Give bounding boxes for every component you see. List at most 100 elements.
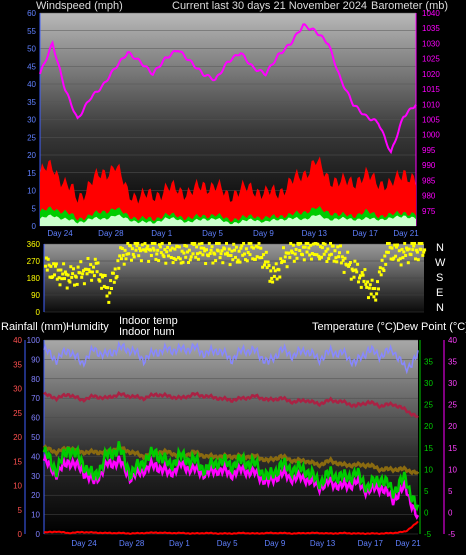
direction-point: [129, 244, 132, 248]
direction-point: [167, 254, 170, 258]
direction-point: [352, 275, 356, 279]
direction-point: [410, 242, 414, 245]
direction-point: [373, 287, 377, 290]
direction-point: [188, 258, 192, 262]
direction-point: [132, 255, 136, 259]
y-tick-dewpoint: 5: [448, 487, 453, 496]
direction-point: [372, 295, 376, 299]
direction-point: [204, 262, 208, 265]
direction-point: [332, 259, 336, 263]
direction-point: [400, 247, 404, 251]
direction-point: [107, 300, 111, 304]
direction-point: [44, 264, 47, 268]
direction-point: [382, 269, 386, 272]
direction-point: [149, 254, 153, 257]
direction-point: [46, 257, 50, 261]
y-tick-rain: 30: [13, 385, 22, 394]
direction-point: [401, 256, 405, 260]
direction-point: [285, 265, 289, 269]
direction-point: [414, 257, 417, 261]
direction-point: [260, 256, 264, 259]
direction-point: [380, 258, 384, 262]
direction-point: [275, 277, 279, 281]
direction-point: [277, 268, 281, 272]
direction-point: [118, 254, 122, 258]
direction-point: [348, 261, 352, 264]
direction-point: [127, 252, 131, 256]
direction-point: [100, 286, 104, 290]
direction-point: [375, 292, 379, 296]
direction-point: [182, 251, 186, 255]
direction-point: [227, 247, 231, 251]
x-tick-low: Day 5: [217, 539, 238, 548]
y-tick-wind: 45: [27, 62, 36, 71]
direction-point: [71, 272, 75, 276]
direction-point: [384, 262, 388, 266]
y-tick-humidity: 40: [31, 452, 40, 461]
direction-point: [82, 282, 86, 286]
direction-point: [91, 270, 94, 274]
direction-point: [130, 258, 133, 262]
y-tick-barometer: 1010: [422, 100, 440, 109]
y-tick-temperature: 35: [424, 358, 433, 367]
direction-point: [81, 272, 85, 276]
direction-point: [322, 252, 326, 256]
y-tick-wind: 10: [27, 187, 36, 196]
y-tick-barometer: 975: [422, 207, 436, 216]
direction-point: [95, 270, 99, 274]
direction-point: [386, 250, 390, 254]
y-tick-rain: 10: [13, 482, 22, 491]
y-tick-barometer: 1005: [422, 116, 440, 125]
direction-point: [355, 270, 359, 274]
direction-point: [215, 242, 218, 245]
y-tick-barometer: 1025: [422, 55, 440, 64]
direction-point: [272, 274, 276, 278]
direction-point: [75, 282, 79, 286]
y-tick-direction: 0: [36, 308, 41, 317]
direction-point: [248, 253, 252, 257]
direction-point: [264, 250, 268, 254]
direction-point: [139, 259, 143, 263]
wind-barometer-chart: 0510152025303540455055609759809859909951…: [27, 9, 440, 238]
direction-point: [174, 258, 178, 262]
y-tick-rain: 0: [18, 530, 23, 539]
direction-point: [257, 242, 261, 245]
direction-point: [298, 249, 302, 252]
direction-point: [423, 248, 427, 252]
direction-point: [177, 245, 181, 249]
direction-point: [219, 252, 223, 256]
direction-point: [158, 245, 162, 249]
direction-point: [121, 253, 125, 257]
direction-point: [85, 272, 89, 276]
y-tick-humidity: 80: [31, 375, 40, 384]
direction-point: [288, 255, 292, 259]
y-tick-barometer: 1000: [422, 131, 440, 140]
direction-point: [62, 262, 66, 266]
direction-point: [256, 245, 260, 249]
direction-point: [366, 280, 370, 284]
direction-point: [320, 255, 323, 259]
direction-point: [201, 253, 205, 257]
direction-point: [320, 246, 324, 250]
direction-point: [124, 257, 128, 261]
direction-point: [267, 264, 271, 267]
direction-point: [162, 255, 166, 259]
x-tick-top: Day 1: [151, 229, 172, 238]
direction-point: [243, 252, 246, 256]
x-tick-top: Day 24: [47, 229, 73, 238]
direction-point: [278, 275, 282, 279]
direction-point: [166, 245, 170, 249]
direction-point: [308, 253, 312, 257]
y-tick-direction: 270: [27, 257, 41, 266]
direction-point: [229, 254, 233, 257]
direction-point: [378, 266, 382, 270]
y-tick-temperature: 20: [424, 422, 433, 431]
direction-point: [244, 247, 248, 251]
direction-point: [195, 245, 199, 249]
direction-point: [184, 255, 188, 259]
y-tick-dewpoint: 40: [448, 336, 457, 345]
direction-point: [302, 258, 306, 262]
direction-point: [289, 242, 293, 245]
direction-point: [287, 251, 291, 255]
direction-point: [96, 261, 100, 265]
